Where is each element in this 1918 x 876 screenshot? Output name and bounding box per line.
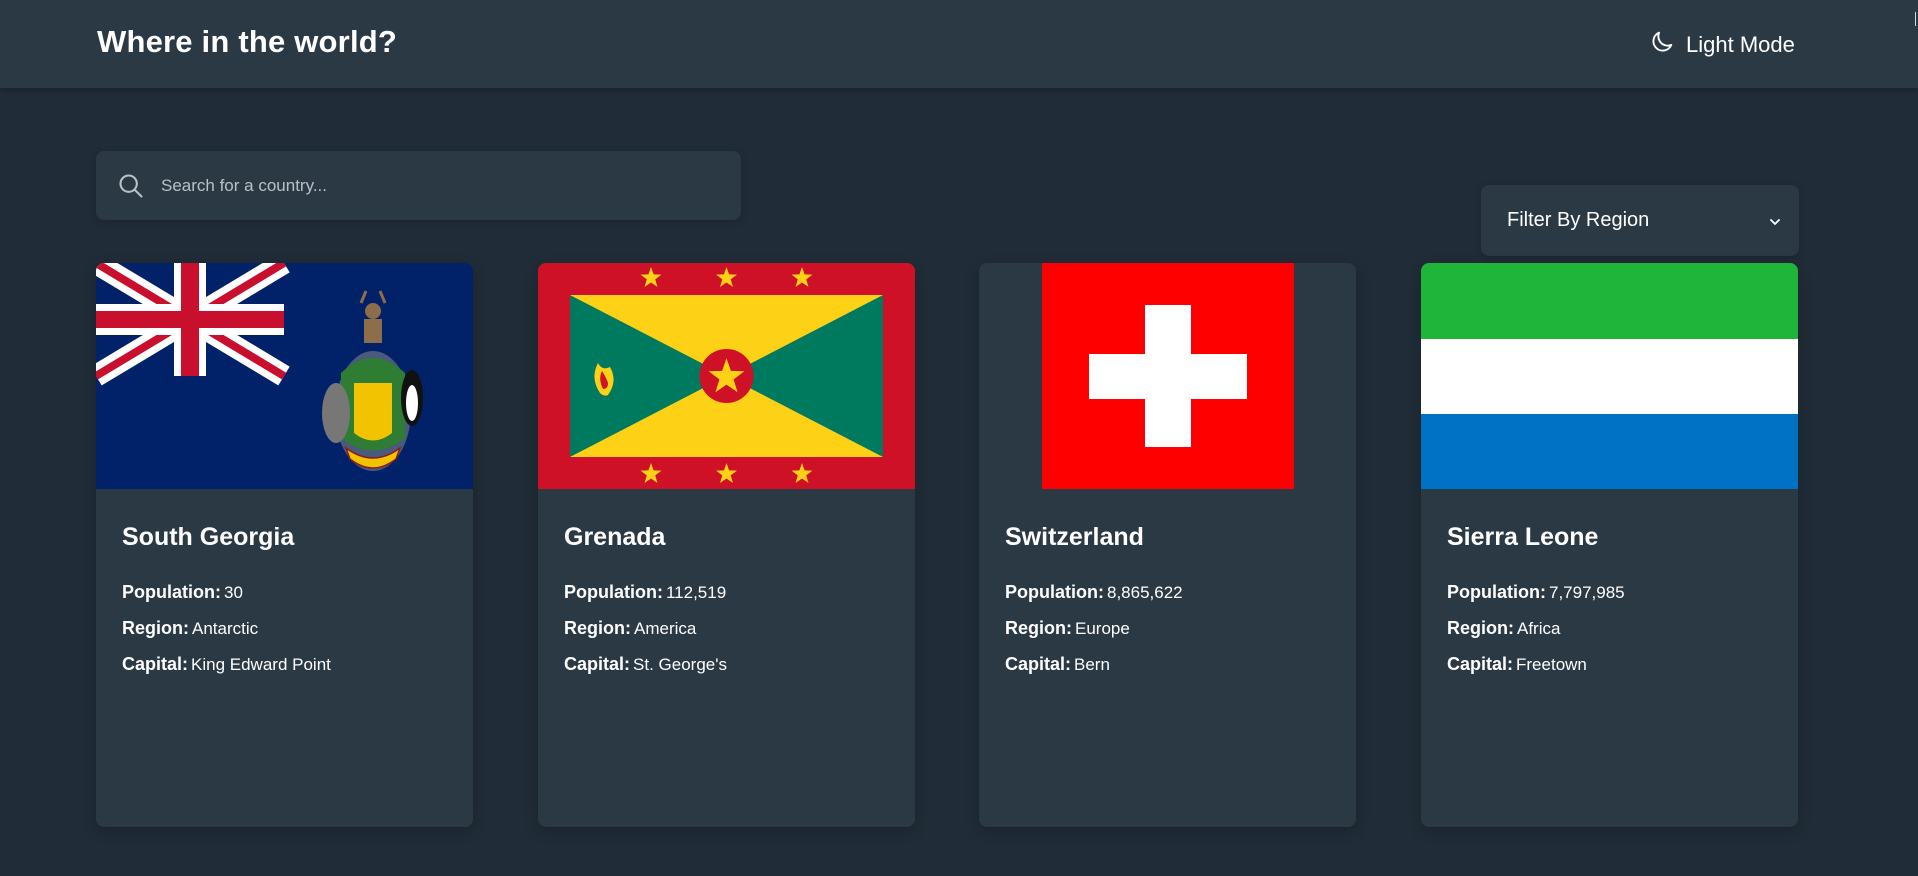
capital-label: Capital: <box>1005 654 1072 674</box>
capital-value: St. George's <box>633 655 727 674</box>
population-row: Population: 30 <box>122 582 243 603</box>
capital-row: Capital: St. George's <box>564 654 727 675</box>
population-label: Population: <box>1005 582 1104 602</box>
capital-row: Capital: Freetown <box>1447 654 1587 675</box>
region-value: Europe <box>1075 619 1130 638</box>
population-value: 112,519 <box>665 583 727 602</box>
population-label: Population: <box>564 582 663 602</box>
population-row: Population: 7,797,985 <box>1447 582 1625 603</box>
south-georgia-flag <box>96 263 473 489</box>
country-name: Switzerland <box>1005 523 1144 551</box>
theme-toggle-button[interactable]: Light Mode <box>1648 28 1795 62</box>
app-title: Where in the world? <box>97 24 398 59</box>
population-value: 8,865,622 <box>1106 583 1183 602</box>
capital-value: Bern <box>1074 655 1110 674</box>
region-label: Region: <box>1447 618 1514 638</box>
region-label: Region: <box>1005 618 1072 638</box>
search-icon <box>117 172 145 200</box>
region-row: Region: America <box>564 618 696 639</box>
capital-label: Capital: <box>1447 654 1514 674</box>
capital-label: Capital: <box>122 654 189 674</box>
region-value: Africa <box>1517 619 1561 638</box>
population-row: Population: 112,519 <box>564 582 726 603</box>
capital-row: Capital: King Edward Point <box>122 654 331 675</box>
region-row: Region: Europe <box>1005 618 1130 639</box>
country-name: South Georgia <box>122 523 295 551</box>
capital-value: Freetown <box>1516 655 1587 674</box>
country-card[interactable]: Grenada Population: 112,519 Region: Americ… <box>538 263 915 827</box>
country-card[interactable]: South Georgia Population: 30 Region: Antar… <box>96 263 473 827</box>
region-value: Antarctic <box>192 619 259 638</box>
filter-label: Filter By Region <box>1507 209 1650 231</box>
grenada-flag <box>538 263 915 489</box>
population-row: Population: 8,865,622 <box>1005 582 1183 603</box>
country-card[interactable]: Sierra Leone Population: 7,797,985 Region… <box>1421 263 1798 827</box>
population-label: Population: <box>1447 582 1546 602</box>
app-header: Where in the world? Light Mode <box>0 0 1918 88</box>
search-input[interactable] <box>161 151 721 220</box>
region-row: Region: Africa <box>1447 618 1560 639</box>
region-value: America <box>634 619 697 638</box>
capital-value: King Edward Point <box>191 655 331 674</box>
population-value: 7,797,985 <box>1548 583 1625 602</box>
region-label: Region: <box>564 618 631 638</box>
country-name: Grenada <box>564 523 666 551</box>
sierra-leone-flag <box>1421 263 1798 489</box>
population-label: Population: <box>122 582 221 602</box>
country-name: Sierra Leone <box>1447 523 1599 551</box>
population-value: 30 <box>223 583 243 602</box>
search-bar[interactable] <box>96 151 741 220</box>
country-card[interactable]: Switzerland Population: 8,865,622 Region:… <box>979 263 1356 827</box>
capital-label: Capital: <box>564 654 631 674</box>
window-edge-marker <box>1915 12 1916 26</box>
moon-icon <box>1648 28 1676 62</box>
region-filter-dropdown[interactable]: Filter By Region <box>1481 185 1799 256</box>
region-label: Region: <box>122 618 189 638</box>
chevron-down-icon <box>1768 215 1782 229</box>
theme-toggle-label: Light Mode <box>1686 32 1795 57</box>
capital-row: Capital: Bern <box>1005 654 1110 675</box>
region-row: Region: Antarctic <box>122 618 258 639</box>
switzerland-flag <box>979 263 1356 489</box>
